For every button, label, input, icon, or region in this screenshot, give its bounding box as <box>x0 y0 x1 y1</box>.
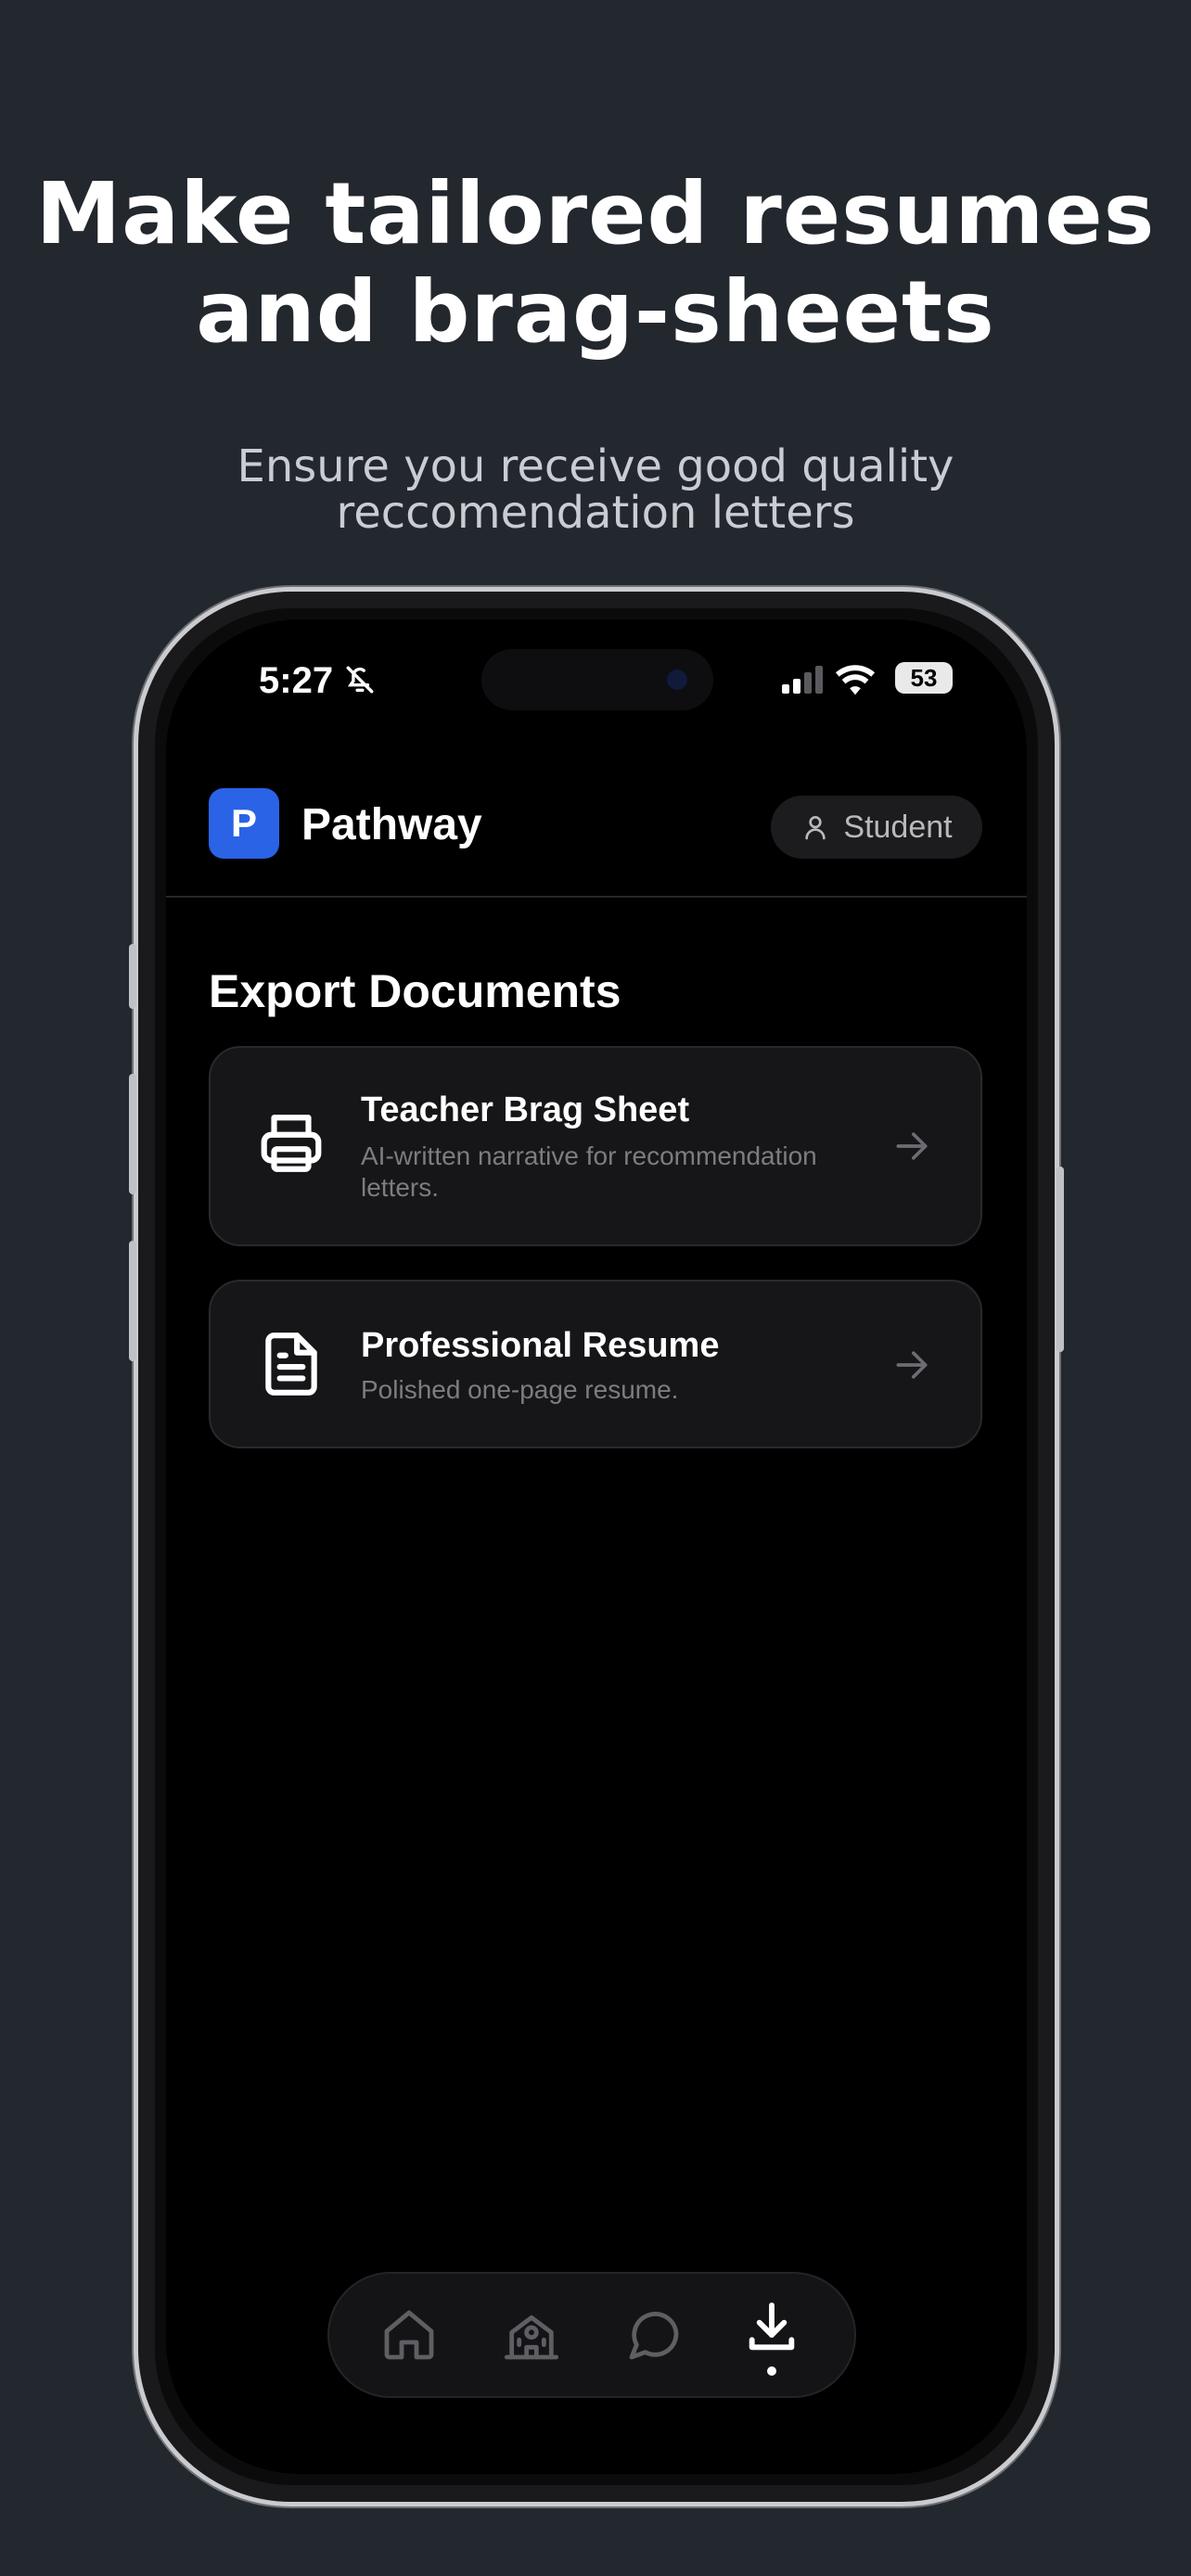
volume-up-button <box>129 1074 136 1194</box>
page-title: Export Documents <box>209 965 621 1017</box>
export-resume-card[interactable]: Professional Resume Polished one-page re… <box>209 1280 982 1448</box>
promo-headline-line-1: Make tailored resumes <box>35 164 1156 263</box>
phone-frame: 5:27 53 P Pathway Student Export Documen… <box>129 587 1064 2506</box>
active-tab-indicator <box>767 2366 776 2376</box>
action-button <box>129 944 136 1009</box>
card-title: Teacher Brag Sheet <box>361 1090 690 1129</box>
printer-icon <box>261 1115 322 1172</box>
role-label: Student <box>843 809 953 845</box>
card-title: Professional Resume <box>361 1326 720 1365</box>
home-icon[interactable] <box>379 2305 439 2365</box>
role-switch-button[interactable]: Student <box>771 796 982 859</box>
card-description: AI-written narrative for recommendation … <box>361 1141 817 1202</box>
volume-down-button <box>129 1241 136 1361</box>
promo-subline: Ensure you receive good quality reccomen… <box>0 443 1191 536</box>
promo-headline-line-2: and brag-sheets <box>196 262 995 362</box>
arrow-right-icon <box>896 1351 928 1379</box>
power-button <box>1057 1167 1064 1352</box>
promo-headline: Make tailored resumes and brag-sheets <box>0 165 1191 362</box>
phone-screen: 5:27 53 P Pathway Student Export Documen… <box>166 619 1027 2474</box>
promo-subline-line-1: Ensure you receive good quality <box>237 440 954 492</box>
promo-subline-line-2: reccomendation letters <box>336 487 855 539</box>
app-name: Pathway <box>301 800 482 849</box>
cellular-signal-icon <box>782 666 823 694</box>
bell-muted-icon <box>346 666 374 694</box>
front-camera <box>667 670 687 690</box>
bottom-tab-bar <box>327 2272 856 2398</box>
download-icon[interactable] <box>742 2298 801 2357</box>
battery-indicator: 53 <box>895 662 953 694</box>
chat-bubble-icon[interactable] <box>624 2305 684 2365</box>
export-brag-sheet-card[interactable]: Teacher Brag Sheet AI-written narrative … <box>209 1046 982 1246</box>
header-divider <box>166 896 1027 898</box>
school-icon[interactable] <box>502 2305 561 2365</box>
wifi-icon <box>835 665 876 695</box>
user-icon <box>805 816 826 840</box>
card-description: Polished one-page resume. <box>361 1375 679 1404</box>
status-time: 5:27 <box>259 660 334 701</box>
document-icon <box>265 1333 317 1396</box>
app-logo[interactable]: P <box>209 788 279 859</box>
arrow-right-icon <box>896 1132 928 1160</box>
